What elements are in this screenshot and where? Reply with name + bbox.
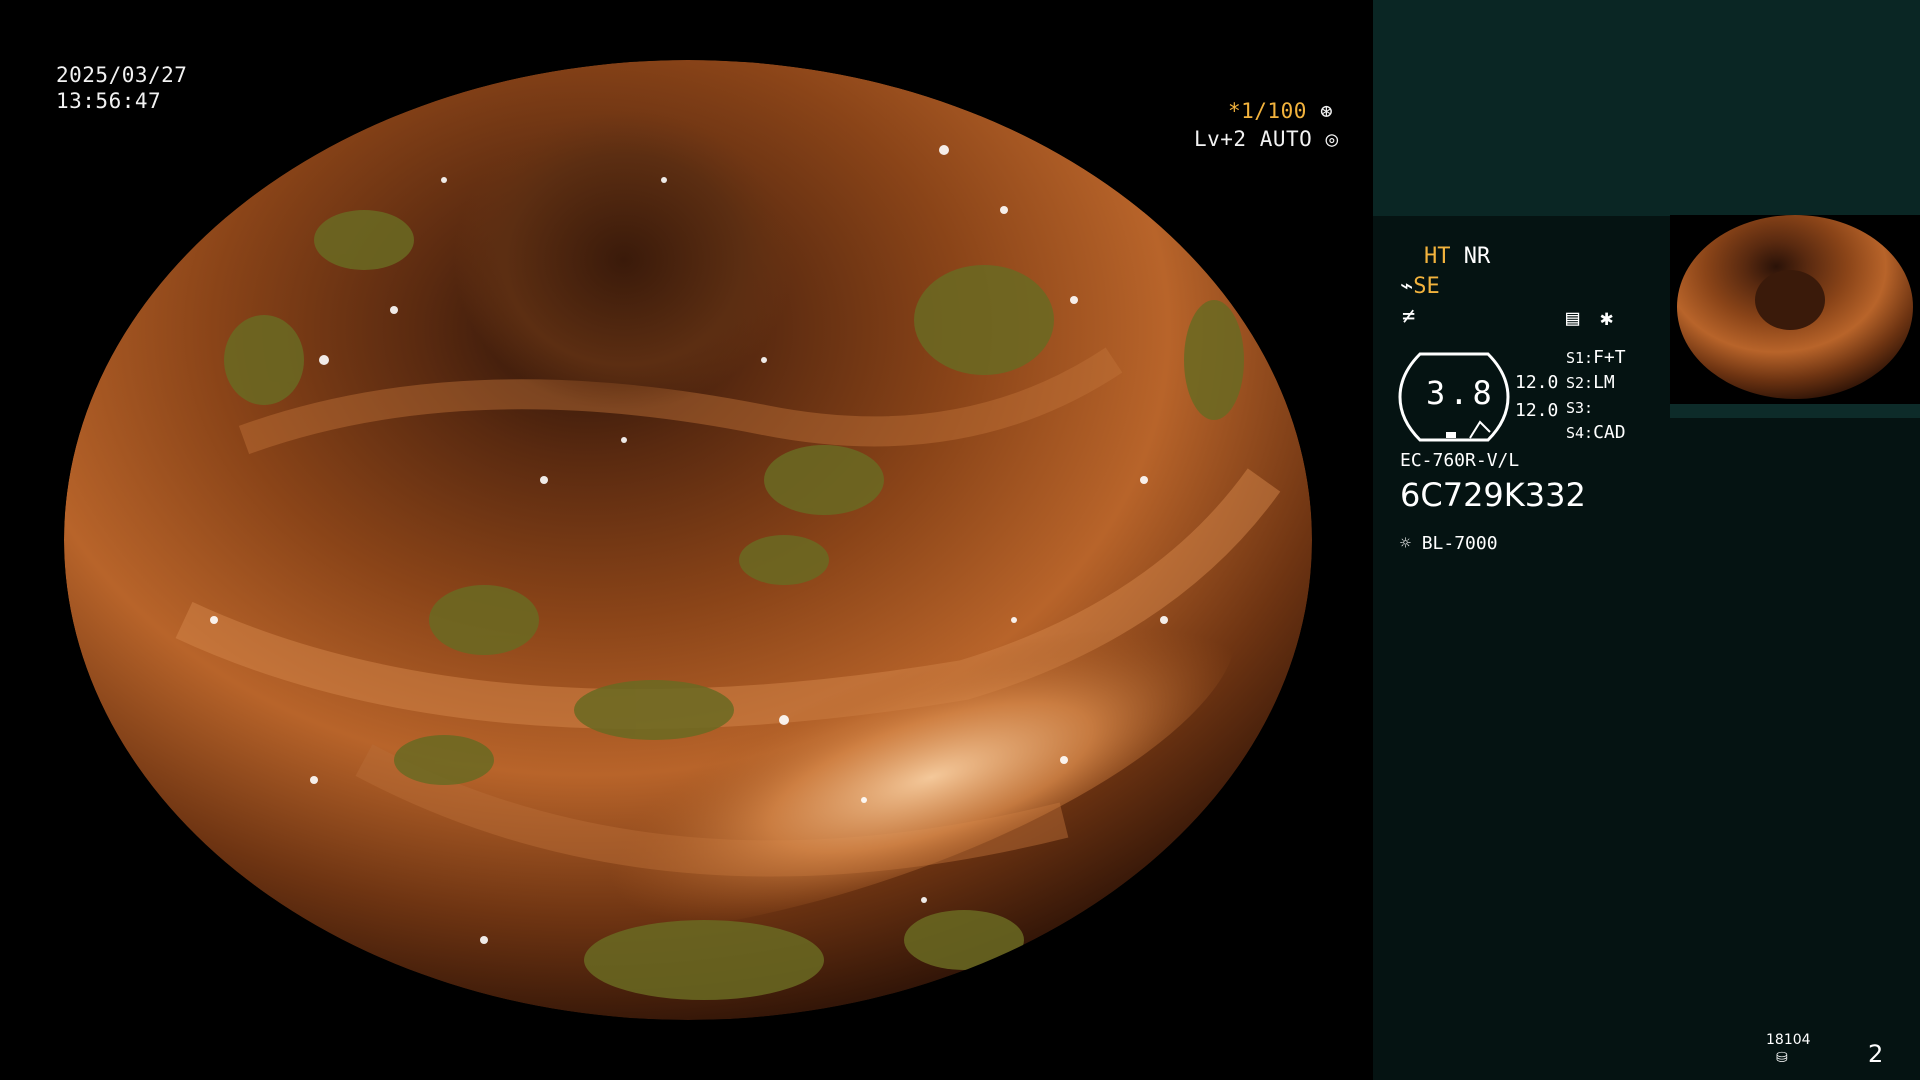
date-display: 2025/03/27	[56, 63, 188, 87]
storage-icon: ⛁	[1776, 1050, 1788, 1066]
serial-number: 6C729K332	[1400, 476, 1586, 514]
value-2: 12.0	[1515, 400, 1559, 421]
iris-mode: AUTO	[1259, 127, 1313, 151]
zoom-value: 3.8	[1426, 374, 1496, 412]
image-counter: 18104	[1766, 1032, 1811, 1048]
value-1: 12.0	[1515, 372, 1559, 393]
time-display: 13:56:47	[56, 89, 162, 113]
thumbnail-bar	[1670, 404, 1920, 418]
switch-list: S1:F+T S2:LM S3: S4:CAD	[1566, 347, 1626, 447]
light-source-row: ☼ BL-7000	[1400, 533, 1498, 554]
info-panel-header	[1373, 0, 1920, 216]
menu-icon: ▤	[1566, 306, 1580, 331]
iris-icon: ◎	[1325, 127, 1339, 151]
ht-label: HT	[1424, 244, 1451, 269]
scope-model: EC-760R-V/L	[1400, 450, 1520, 471]
shutter-value: *1/100	[1228, 99, 1307, 123]
thumbnail-image[interactable]	[1670, 215, 1920, 415]
shutter-icon: ⊛	[1320, 99, 1334, 123]
light-bulb-icon: ☼	[1400, 533, 1411, 554]
page-number: 2	[1868, 1040, 1884, 1068]
switch-item: S3:	[1566, 399, 1594, 417]
switch-item: S4:CAD	[1566, 422, 1626, 443]
se-row: ⌁SE	[1400, 274, 1440, 299]
switch-item: S2:LM	[1566, 372, 1615, 393]
shutter-indicator: *1/100 ⊛	[1228, 99, 1333, 123]
color-mode-icon: ≠	[1402, 304, 1416, 329]
se-label: SE	[1413, 274, 1440, 299]
ht-nr-row: HT NR	[1424, 244, 1490, 269]
switch-item: S1:F+T	[1566, 347, 1626, 368]
endoscope-image	[64, 60, 1312, 1020]
asterisk-icon: ✱	[1600, 306, 1614, 331]
structure-enhance-icon: ⌁	[1400, 274, 1414, 299]
level-value: Lv+2	[1194, 127, 1247, 151]
brightness-indicator: Lv+2 AUTO ◎	[1194, 127, 1339, 151]
light-source-label: BL-7000	[1421, 533, 1498, 554]
nr-label: NR	[1463, 244, 1491, 269]
